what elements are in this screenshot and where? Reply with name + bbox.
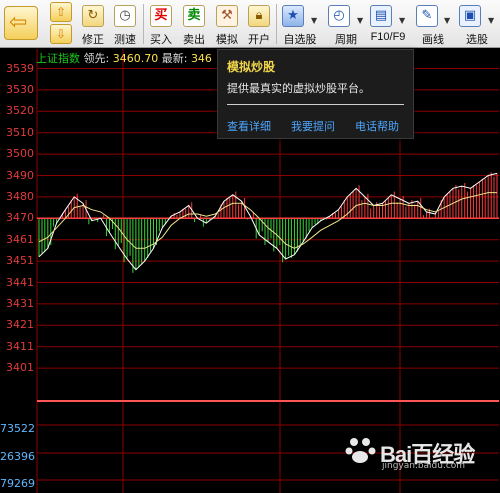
leader-value: 3460.70 bbox=[112, 52, 159, 65]
sell-icon: 卖 bbox=[183, 5, 205, 27]
refresh-icon: ↻ bbox=[82, 5, 104, 27]
watermark: Bai百经验 jingyan.baidu.com bbox=[344, 431, 494, 471]
arrow-left-icon: ⇦ bbox=[9, 10, 28, 35]
chevron-down-icon: ▼ bbox=[311, 16, 318, 25]
latest-value: 346 bbox=[190, 52, 212, 65]
volume-tick-label: 79269 bbox=[0, 477, 35, 490]
watermark-url: jingyan.baidu.com bbox=[382, 461, 466, 471]
separator bbox=[143, 4, 144, 44]
price-tick-label: 3470 bbox=[6, 211, 34, 225]
price-tick-label: 3451 bbox=[6, 254, 34, 268]
simulated-trading-popup: 模拟炒股 提供最真实的虚拟炒股平台。 查看详细 我要提问 电话帮助 bbox=[217, 49, 414, 139]
arrow-down-button[interactable]: ⇩ bbox=[50, 24, 72, 44]
star-icon: ★ bbox=[282, 5, 304, 27]
volume-tick-label: 26396 bbox=[0, 450, 35, 463]
watchlist-button[interactable]: ★ ▼ 自选股 bbox=[279, 2, 321, 46]
toolbar: ⇦ ⇧ ⇩ ↻ 修正 ◷ 测速 买 买入 卖 卖出 ⚒ 模拟 🔒︎ 开户 ★ ▼… bbox=[0, 0, 500, 48]
back-button[interactable]: ⇦ bbox=[4, 6, 38, 40]
price-tick-label: 3520 bbox=[6, 104, 34, 118]
screen-icon: ▣ bbox=[459, 5, 481, 27]
view-details-link[interactable]: 查看详细 bbox=[227, 118, 271, 134]
hammer-icon: ⚒ bbox=[216, 5, 238, 27]
open-account-button[interactable]: 🔒︎ 开户 bbox=[244, 2, 274, 46]
chevron-down-icon: ▼ bbox=[399, 16, 406, 25]
period-icon: ◴ bbox=[328, 5, 350, 27]
price-tick-label: 3530 bbox=[6, 82, 34, 96]
index-name: 上证指数 bbox=[36, 52, 80, 65]
clock-icon: ◷ bbox=[114, 5, 136, 27]
separator bbox=[276, 4, 277, 44]
price-tick-label: 3500 bbox=[6, 147, 34, 161]
f10-button[interactable]: ▤ ▼ F10/F9 bbox=[367, 2, 409, 46]
period-button[interactable]: ◴ ▼ 周期 bbox=[325, 2, 367, 46]
volume-tick-label: 73522 bbox=[0, 422, 35, 435]
chart-header: 上证指数 领先: 3460.70 最新: 346 bbox=[36, 50, 212, 66]
lock-icon: 🔒︎ bbox=[248, 5, 270, 27]
price-tick-label: 3441 bbox=[6, 275, 34, 289]
speed-test-button[interactable]: ◷ 测速 bbox=[110, 2, 140, 46]
phone-help-link[interactable]: 电话帮助 bbox=[355, 118, 399, 134]
chevron-down-icon: ▼ bbox=[488, 16, 495, 25]
window-icon: ▤ bbox=[370, 5, 392, 27]
latest-label: 最新: bbox=[161, 52, 188, 65]
price-tick-label: 3421 bbox=[6, 318, 34, 332]
price-tick-label: 3411 bbox=[6, 339, 34, 353]
leader-label: 领先: bbox=[83, 52, 110, 65]
stock-picker-button[interactable]: ▣ ▼ 选股 bbox=[456, 2, 498, 46]
draw-line-button[interactable]: ✎ ▼ 画线 bbox=[413, 2, 453, 46]
price-tick-label: 3431 bbox=[6, 296, 34, 310]
popup-divider bbox=[227, 104, 404, 105]
price-tick-label: 3461 bbox=[6, 232, 34, 246]
price-tick-label: 3490 bbox=[6, 168, 34, 182]
arrow-up-button[interactable]: ⇧ bbox=[50, 2, 72, 22]
up-down-buttons: ⇧ ⇩ bbox=[50, 2, 74, 46]
popup-description: 提供最真实的虚拟炒股平台。 bbox=[227, 82, 370, 95]
sell-button[interactable]: 卖 卖出 bbox=[179, 2, 209, 46]
pencil-icon: ✎ bbox=[416, 5, 438, 27]
buy-icon: 买 bbox=[150, 5, 172, 27]
price-tick-label: 3401 bbox=[6, 361, 34, 375]
price-tick-label: 3510 bbox=[6, 125, 34, 139]
chevron-down-icon: ▼ bbox=[357, 16, 364, 25]
buy-button[interactable]: 买 买入 bbox=[146, 2, 176, 46]
popup-title: 模拟炒股 bbox=[227, 60, 276, 74]
correct-button[interactable]: ↻ 修正 bbox=[80, 2, 106, 46]
paw-logo-icon bbox=[345, 438, 376, 463]
chevron-down-icon: ▼ bbox=[444, 16, 451, 25]
simulate-button[interactable]: ⚒ 模拟 bbox=[212, 2, 242, 46]
price-tick-label: 3539 bbox=[6, 61, 34, 75]
ask-question-link[interactable]: 我要提问 bbox=[291, 118, 335, 134]
price-tick-label: 3480 bbox=[6, 189, 34, 203]
